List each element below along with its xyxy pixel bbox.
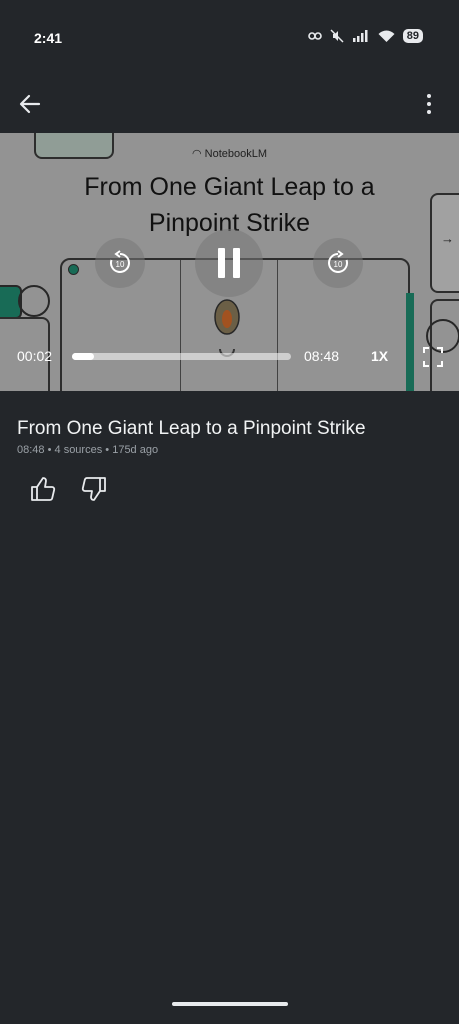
video-brand-label: NotebookLM: [204, 148, 268, 160]
thumbs-down-button[interactable]: [79, 474, 109, 504]
meta-separator: •: [105, 444, 110, 456]
fullscreen-button[interactable]: [421, 345, 445, 369]
replay-10-icon: 10: [110, 250, 130, 273]
status-time: 2:41: [34, 30, 63, 46]
rewind-seconds-label: 10: [116, 260, 125, 269]
forward-10-icon: 10: [328, 250, 348, 273]
episode-sources: 4 sources: [54, 444, 103, 456]
pause-icon: [218, 248, 240, 278]
video-brand: ◠ NotebookLM: [0, 147, 459, 160]
episode-age: 175d ago: [112, 444, 159, 456]
episode-meta: 08:48 • 4 sources • 175d ago: [17, 444, 158, 456]
wifi-icon: [378, 30, 395, 42]
forward-button[interactable]: 10: [313, 238, 363, 288]
video-title-line1: From One Giant Leap to a: [84, 173, 375, 201]
link-icon: [307, 32, 322, 40]
battery-indicator: 89: [402, 29, 423, 43]
forward-seconds-label: 10: [334, 260, 343, 269]
top-app-bar: [0, 84, 459, 124]
fullscreen-icon: [423, 347, 443, 367]
elapsed-time: 00:02: [17, 348, 53, 364]
status-bar: 2:41 89: [0, 0, 459, 72]
episode-title: From One Giant Leap to a Pinpoint Strike: [17, 418, 366, 439]
pause-button[interactable]: [195, 229, 263, 297]
playback-speed-button[interactable]: 1X: [371, 348, 388, 364]
arrow-back-icon: [19, 94, 41, 114]
seek-bar-progress: [72, 353, 94, 360]
signal-icon: [352, 30, 368, 42]
notebooklm-logo-icon: ◠: [191, 148, 202, 160]
rewind-button[interactable]: 10: [95, 238, 145, 288]
meta-separator: •: [47, 444, 52, 456]
thumbs-up-button[interactable]: [28, 474, 58, 504]
more-options-button[interactable]: [415, 90, 443, 118]
episode-duration: 08:48: [17, 444, 45, 456]
home-indicator[interactable]: [172, 1002, 288, 1006]
thumbs-up-icon: [31, 477, 56, 501]
more-vert-icon: [427, 94, 431, 114]
seek-bar[interactable]: [72, 353, 291, 360]
video-player[interactable]: → ◠ NotebookLM From One Giant Leap to a …: [0, 133, 459, 391]
mute-icon: [330, 29, 344, 43]
back-button[interactable]: [16, 90, 44, 118]
thumbs-down-icon: [81, 477, 106, 501]
total-duration: 08:48: [304, 348, 340, 364]
status-icons: 89: [307, 29, 423, 43]
